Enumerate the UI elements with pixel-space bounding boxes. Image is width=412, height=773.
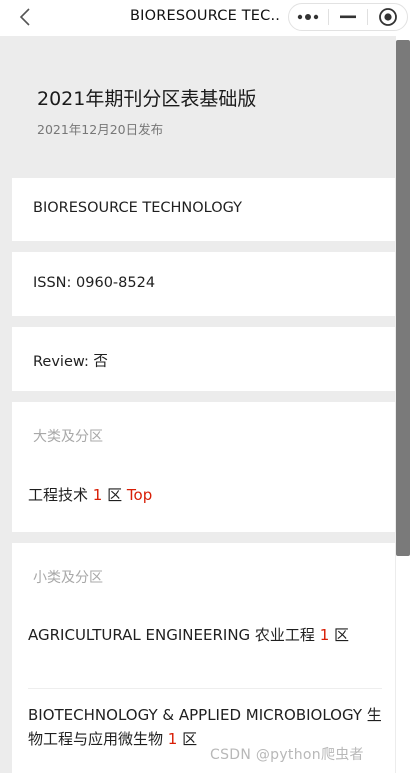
review-card: Review: 否 [12,327,395,391]
item-divider [28,688,382,689]
major-category-card: 大类及分区 工程技术 1 区 Top [12,402,395,532]
watermark: CSDN @python爬虫者 [210,747,364,763]
nav-title: BIORESOURCE TEC... [130,8,280,24]
more-button[interactable] [289,4,328,30]
close-button[interactable] [368,4,407,30]
back-button[interactable] [14,6,36,28]
mini-program-capsule [288,3,408,31]
review-text: Review: 否 [33,354,108,370]
major-category-name: 工程技术 [28,486,89,504]
journal-name: BIORESOURCE TECHNOLOGY [33,200,243,216]
top-nav-bar: BIORESOURCE TEC... [0,0,412,36]
minor-category-label: 小类及分区 [33,570,103,586]
issn-card: ISSN: 0960-8524 [12,252,395,316]
minor-item-name: AGRICULTURAL ENGINEERING 农业工程 [28,626,315,644]
back-icon [19,8,30,26]
major-zone-number: 1 [92,486,103,504]
journal-name-card: BIORESOURCE TECHNOLOGY [12,178,395,241]
top-badge: Top [126,486,153,504]
close-target-icon [378,8,397,26]
minimize-button[interactable] [329,4,368,30]
major-zone-suffix: 区 [107,486,123,504]
minor-zone-suffix: 区 [334,626,350,644]
major-category-label: 大类及分区 [33,429,103,445]
publish-date: 2021年12月20日发布 [37,122,164,137]
minor-zone-suffix: 区 [182,730,198,748]
scrollbar-thumb[interactable] [396,40,410,556]
page-title: 2021年期刊分区表基础版 [37,88,257,110]
minor-zone-number: 1 [319,626,330,644]
more-icon [298,14,319,20]
minor-category-item: AGRICULTURAL ENGINEERING 农业工程 1 区 [28,623,384,647]
minor-category-card: 小类及分区 AGRICULTURAL ENGINEERING 农业工程 1 区 … [12,543,395,773]
minor-zone-number: 1 [167,730,178,748]
minor-item-name: BIOTECHNOLOGY & APPLIED MICROBIOLOGY 生物工… [28,706,382,748]
issn-text: ISSN: 0960-8524 [33,275,156,291]
minimize-icon [340,15,356,19]
major-category-zone: 工程技术 1 区 Top [28,484,152,505]
